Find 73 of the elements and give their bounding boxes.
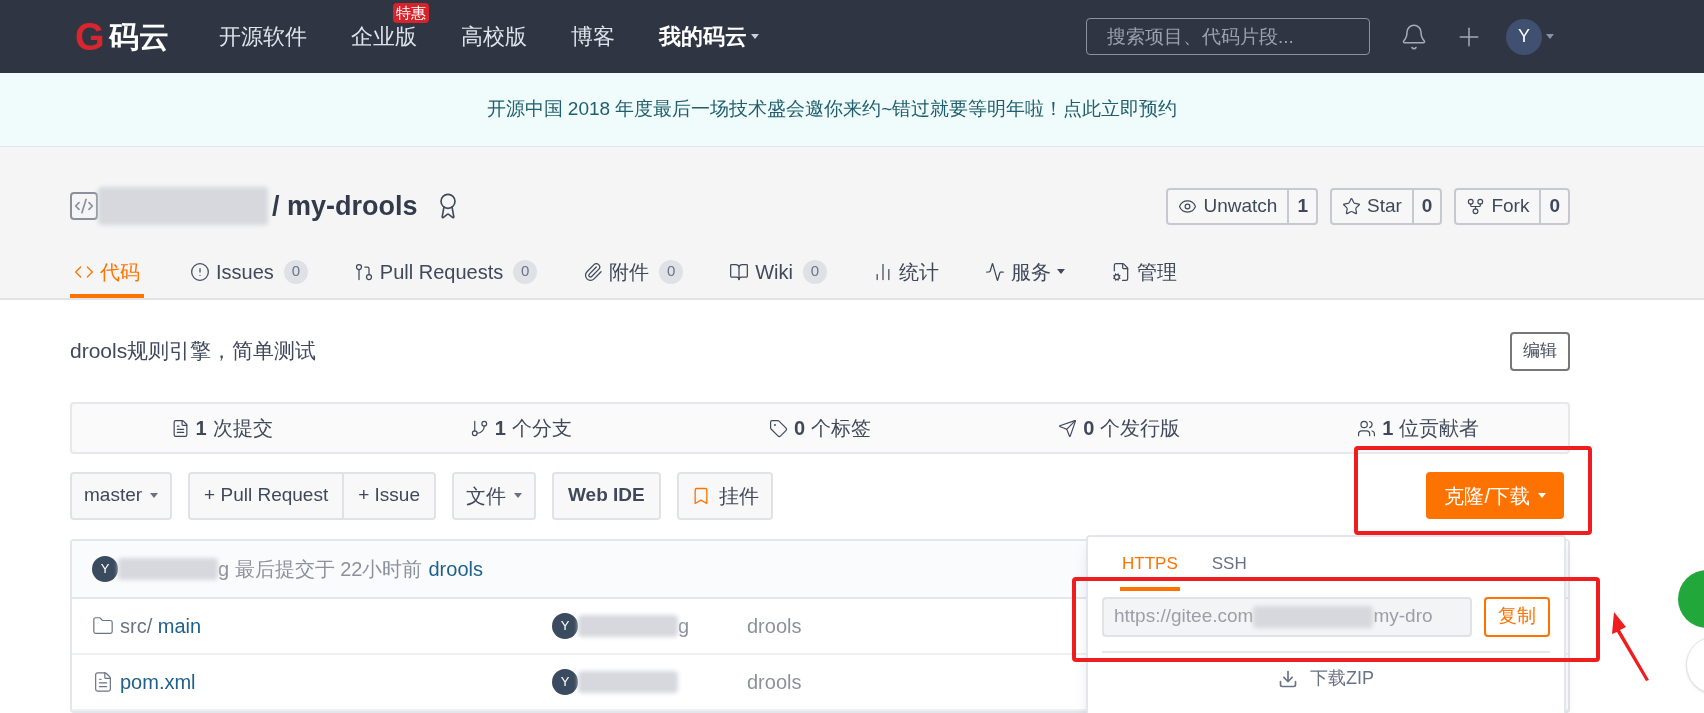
folder-icon — [92, 615, 114, 637]
caret-icon — [150, 493, 159, 498]
widget-button[interactable]: 挂件 — [676, 471, 773, 520]
stat-link[interactable]: 1 位贡献者 — [1268, 413, 1568, 443]
author-name: g — [678, 614, 690, 639]
logo-text[interactable]: 码云 — [108, 21, 169, 52]
count-badge: 0 — [803, 259, 827, 284]
repo-tab[interactable]: Wiki 0 — [729, 253, 827, 298]
caret-icon — [1057, 269, 1065, 274]
promo-badge: 特惠 — [392, 2, 429, 23]
stat-link[interactable]: 0 个标签 — [670, 413, 970, 443]
nav-link[interactable]: 我的码云 — [658, 24, 747, 49]
caret-icon — [514, 493, 522, 498]
repo-tab[interactable]: 附件 0 — [583, 253, 684, 298]
user-avatar[interactable]: Y — [1506, 18, 1542, 55]
issue-button[interactable]: + Issue — [342, 473, 434, 518]
branch-select[interactable]: master — [70, 471, 173, 520]
stat-link[interactable]: 1 次提交 — [72, 413, 372, 443]
stat-link[interactable]: 0 个发行版 — [969, 413, 1269, 443]
count-badge: 0 — [659, 259, 684, 284]
gear-document-icon — [1111, 261, 1131, 282]
action-count[interactable]: 0 — [1411, 189, 1441, 223]
repo-tab[interactable]: 管理 — [1111, 253, 1177, 298]
repo-title[interactable]: / my-drools — [272, 185, 418, 227]
repo-action-button[interactable]: Unwatch — [1168, 189, 1288, 223]
edit-button[interactable]: 编辑 — [1510, 331, 1570, 371]
download-icon — [1278, 668, 1298, 689]
pulse-icon — [985, 261, 1005, 282]
repo-tab[interactable]: 服务 — [985, 253, 1065, 298]
nav-link[interactable]: 高校版 — [460, 24, 527, 49]
caret-icon — [750, 34, 759, 39]
fork-icon — [1466, 196, 1486, 216]
announcement-link[interactable]: 开源中国 2018 年度最后一场技术盛会邀你来约~错过就要等明年啦！点此立即预约 — [486, 95, 1178, 124]
alert-icon — [190, 261, 210, 282]
paperclip-icon — [583, 261, 604, 282]
count-badge: 0 — [283, 259, 308, 284]
commit-info: g 最后提交于 22小时前 — [218, 557, 423, 582]
search-field[interactable]: 搜索项目、代码片段... — [1086, 18, 1370, 55]
protocol-tab[interactable]: SSH — [1209, 551, 1249, 591]
people-icon — [1357, 418, 1377, 438]
commit-message-link[interactable]: drools — [428, 554, 483, 584]
file-link[interactable]: pom.xml — [120, 667, 196, 697]
caret-icon — [1538, 493, 1546, 498]
repo-description: drools规则引擎，简单测试 — [70, 338, 317, 365]
file-menu-button[interactable]: 文件 — [452, 471, 536, 520]
stat-link[interactable]: 1 个分支 — [371, 413, 671, 443]
file-icon — [92, 671, 114, 693]
send-icon — [1058, 418, 1078, 438]
web-ide-button[interactable]: Web IDE — [552, 471, 661, 520]
repo-action-button[interactable]: Star — [1332, 189, 1412, 223]
repo-tab[interactable]: Pull Requests 0 — [353, 253, 538, 298]
nav-link[interactable]: 开源软件 — [218, 24, 307, 49]
repo-tab[interactable]: Issues 0 — [190, 253, 308, 298]
action-count[interactable]: 0 — [1539, 189, 1568, 223]
pull-request-icon — [353, 261, 374, 282]
nav-link[interactable]: 企业版 — [350, 24, 417, 49]
download-zip-link[interactable]: 下载ZIP — [1102, 652, 1550, 705]
repo-action-button[interactable]: Fork — [1456, 189, 1540, 223]
action-count[interactable]: 1 — [1287, 189, 1316, 223]
user-avatar[interactable]: Y — [92, 556, 118, 582]
file-link[interactable]: src/ main — [120, 611, 202, 641]
tag-icon — [768, 418, 788, 438]
caret-icon — [1546, 34, 1554, 39]
pull-request-button[interactable]: + Pull Request — [190, 473, 343, 518]
star-icon — [1342, 196, 1361, 216]
count-badge: 0 — [513, 259, 538, 284]
nav-link[interactable]: 博客 — [570, 24, 615, 49]
book-icon — [729, 261, 750, 282]
branch-icon — [469, 418, 489, 438]
user-avatar[interactable]: Y — [552, 669, 578, 695]
repo-tab[interactable]: 统计 — [873, 253, 939, 298]
user-avatar[interactable]: Y — [552, 613, 578, 639]
bell-icon[interactable] — [1400, 22, 1428, 51]
